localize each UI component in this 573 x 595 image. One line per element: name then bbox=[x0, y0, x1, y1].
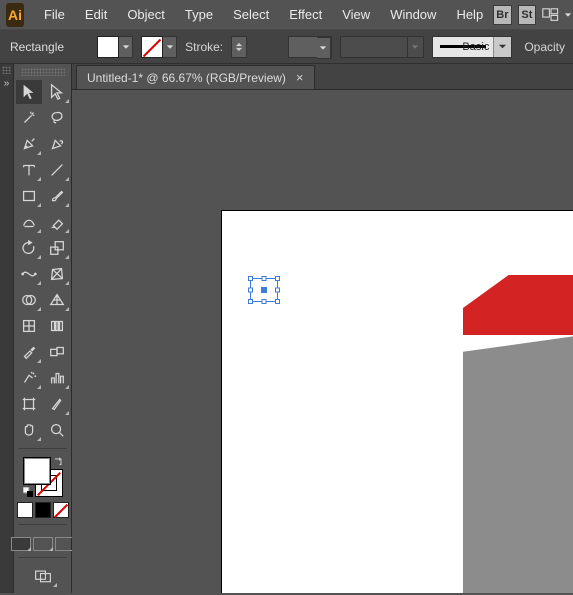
color-mode-gradient[interactable] bbox=[35, 502, 51, 518]
brush-definition-combo[interactable]: Basic bbox=[432, 36, 513, 58]
menu-edit[interactable]: Edit bbox=[75, 3, 117, 26]
iso-top-face bbox=[463, 275, 573, 335]
scale-tool[interactable] bbox=[44, 236, 70, 260]
mesh-tool[interactable] bbox=[16, 314, 42, 338]
canvas-viewport[interactable] bbox=[72, 90, 573, 593]
eraser-tool[interactable] bbox=[44, 210, 70, 234]
stroke-color-control[interactable] bbox=[141, 36, 177, 58]
stroke-label[interactable]: Stroke: bbox=[185, 40, 223, 54]
fill-color-control[interactable] bbox=[97, 36, 133, 58]
color-mode-row bbox=[17, 502, 69, 518]
curvature-tool[interactable] bbox=[44, 132, 70, 156]
type-tool[interactable] bbox=[16, 158, 42, 182]
stock-badge-button[interactable]: St bbox=[518, 5, 536, 25]
lasso-tool[interactable] bbox=[44, 106, 70, 130]
chevron-down-icon bbox=[407, 37, 423, 57]
pen-tool[interactable] bbox=[16, 132, 42, 156]
magic-wand-tool[interactable] bbox=[16, 106, 42, 130]
column-graph-tool[interactable] bbox=[44, 366, 70, 390]
collapsed-panel-strip[interactable]: » bbox=[0, 64, 14, 593]
screen-mode-button[interactable] bbox=[28, 564, 58, 588]
menu-type[interactable]: Type bbox=[175, 3, 223, 26]
selection-center-icon bbox=[261, 287, 267, 293]
swap-colors-icon[interactable] bbox=[53, 457, 63, 467]
menu-file[interactable]: File bbox=[34, 3, 75, 26]
resize-handle[interactable] bbox=[275, 288, 280, 293]
fill-swatch-icon bbox=[97, 36, 119, 58]
resize-handle[interactable] bbox=[248, 288, 253, 293]
document-tab-bar: Untitled-1* @ 66.67% (RGB/Preview) × bbox=[72, 64, 573, 90]
app-logo-icon: Ai bbox=[6, 3, 24, 27]
line-segment-tool[interactable] bbox=[44, 158, 70, 182]
fill-color-icon[interactable] bbox=[23, 457, 51, 485]
menu-view[interactable]: View bbox=[332, 3, 380, 26]
blend-tool[interactable] bbox=[44, 340, 70, 364]
free-transform-tool[interactable] bbox=[44, 262, 70, 286]
artboard-tool[interactable] bbox=[16, 392, 42, 416]
hand-tool[interactable] bbox=[16, 418, 42, 442]
menu-bar: Ai File Edit Object Type Select Effect V… bbox=[0, 0, 573, 30]
fill-dropdown-icon[interactable] bbox=[119, 36, 133, 58]
main-area: » bbox=[0, 64, 573, 593]
menu-window[interactable]: Window bbox=[380, 3, 446, 26]
symbol-sprayer-tool[interactable] bbox=[16, 366, 42, 390]
selected-rectangle-object[interactable] bbox=[250, 278, 278, 302]
variable-width-profile[interactable] bbox=[340, 36, 424, 58]
gradient-tool[interactable] bbox=[44, 314, 70, 338]
chevron-down-icon[interactable] bbox=[317, 37, 331, 59]
selection-type-label: Rectangle bbox=[8, 38, 66, 56]
expand-panels-icon[interactable]: » bbox=[0, 78, 13, 89]
panel-grip-icon bbox=[2, 66, 11, 74]
zoom-tool[interactable] bbox=[44, 418, 70, 442]
document-tab[interactable]: Untitled-1* @ 66.67% (RGB/Preview) × bbox=[76, 65, 315, 89]
draw-behind-icon[interactable] bbox=[33, 537, 53, 551]
stroke-swatch-icon bbox=[141, 36, 163, 58]
control-bar: Rectangle Stroke: Basic Opacity bbox=[0, 30, 573, 64]
draw-mode-group bbox=[11, 537, 75, 551]
iso-side-face bbox=[463, 335, 573, 593]
menu-effect[interactable]: Effect bbox=[279, 3, 332, 26]
rectangle-tool[interactable] bbox=[16, 184, 42, 208]
isometric-shape-object[interactable] bbox=[463, 275, 573, 593]
stroke-weight-stepper[interactable] bbox=[231, 36, 246, 58]
shaper-tool[interactable] bbox=[16, 210, 42, 234]
menu-object[interactable]: Object bbox=[117, 3, 175, 26]
document-tab-title: Untitled-1* @ 66.67% (RGB/Preview) bbox=[87, 71, 286, 85]
draw-normal-icon[interactable] bbox=[11, 537, 31, 551]
paintbrush-tool[interactable] bbox=[44, 184, 70, 208]
stroke-weight-field[interactable] bbox=[288, 36, 332, 58]
fill-stroke-colors[interactable] bbox=[23, 457, 63, 497]
resize-handle[interactable] bbox=[262, 276, 267, 281]
selection-tool[interactable] bbox=[16, 80, 42, 104]
opacity-label[interactable]: Opacity bbox=[524, 40, 565, 54]
bridge-badge-button[interactable]: Br bbox=[493, 5, 511, 25]
slice-tool[interactable] bbox=[44, 392, 70, 416]
perspective-grid-tool[interactable] bbox=[44, 288, 70, 312]
resize-handle[interactable] bbox=[248, 276, 253, 281]
resize-handle[interactable] bbox=[262, 299, 267, 304]
chevron-down-icon[interactable] bbox=[493, 37, 511, 57]
resize-handle[interactable] bbox=[275, 276, 280, 281]
workspace-dropdown[interactable] bbox=[563, 4, 573, 26]
close-tab-icon[interactable]: × bbox=[296, 70, 304, 85]
document-area: Untitled-1* @ 66.67% (RGB/Preview) × bbox=[72, 64, 573, 593]
default-colors-icon[interactable] bbox=[23, 487, 33, 497]
resize-handle[interactable] bbox=[275, 299, 280, 304]
arrange-documents-button[interactable] bbox=[542, 6, 558, 24]
rotate-tool[interactable] bbox=[16, 236, 42, 260]
toolbox bbox=[14, 64, 72, 593]
stroke-dropdown-icon[interactable] bbox=[163, 36, 177, 58]
menu-help[interactable]: Help bbox=[446, 3, 493, 26]
width-tool[interactable] bbox=[16, 262, 42, 286]
shape-builder-tool[interactable] bbox=[16, 288, 42, 312]
color-mode-solid[interactable] bbox=[17, 502, 33, 518]
color-mode-none[interactable] bbox=[53, 502, 69, 518]
resize-handle[interactable] bbox=[248, 299, 253, 304]
eyedropper-tool[interactable] bbox=[16, 340, 42, 364]
toolbox-grip-icon[interactable] bbox=[21, 68, 65, 76]
direct-selection-tool[interactable] bbox=[44, 80, 70, 104]
menu-select[interactable]: Select bbox=[223, 3, 279, 26]
brush-name-label: Basic bbox=[462, 41, 489, 53]
